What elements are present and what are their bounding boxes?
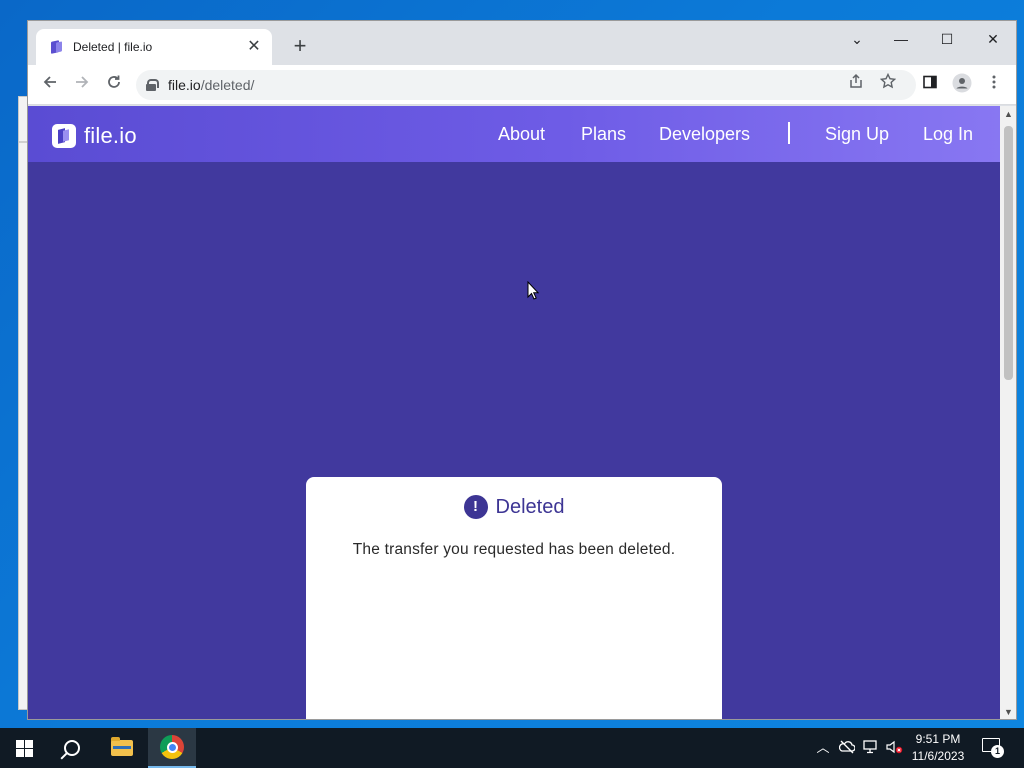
page-scrollbar[interactable]: ▲ ▼ [1000, 106, 1016, 719]
browser-window: Deleted | file.io ✕ + ⌄ — ☐ ✕ file.io/de… [27, 20, 1017, 720]
scroll-thumb[interactable] [1004, 126, 1013, 380]
card-title: Deleted [495, 495, 565, 518]
menu-icon[interactable] [982, 73, 1006, 97]
page-viewport: file.io About Plans Developers Sign Up L… [28, 106, 1000, 719]
lock-icon[interactable] [146, 79, 159, 91]
file-explorer-button[interactable] [98, 728, 146, 768]
profile-icon[interactable] [950, 73, 974, 97]
back-icon[interactable] [38, 73, 62, 97]
taskbar: ︿ 9:51 PM 11/6/2023 1 [0, 728, 1024, 768]
mouse-cursor-icon [527, 281, 539, 300]
url-host: file.io [168, 77, 201, 93]
clock-time: 9:51 PM [915, 732, 961, 746]
chrome-icon [160, 735, 184, 759]
site-header: file.io About Plans Developers Sign Up L… [28, 106, 1000, 162]
nav-about-wrap: About [498, 106, 545, 162]
tab-title: Deleted | file.io [73, 40, 153, 54]
start-button[interactable] [0, 728, 48, 768]
action-center-button[interactable]: 1 [982, 738, 1004, 758]
forward-icon[interactable] [70, 73, 94, 97]
nav-plans-wrap: Plans [581, 106, 626, 162]
nav-divider [788, 122, 790, 144]
url-text[interactable]: file.io/deleted/ [168, 77, 254, 93]
nav-signup-wrap: Sign Up [825, 106, 889, 162]
side-panel-icon[interactable] [918, 73, 942, 97]
onedrive-offline-icon[interactable] [838, 740, 856, 756]
nav-developers[interactable]: Developers [659, 124, 750, 145]
new-tab-button[interactable]: + [288, 35, 312, 59]
tab-search-button[interactable]: ⌄ [840, 27, 874, 51]
windows-start-icon [15, 739, 33, 757]
system-clock[interactable]: 9:51 PM 11/6/2023 [904, 731, 972, 765]
minimize-button[interactable]: — [884, 27, 918, 51]
nav-plans[interactable]: Plans [581, 124, 626, 145]
logo-text: file.io [84, 123, 137, 148]
nav-sign-up[interactable]: Sign Up [825, 124, 889, 145]
nav-log-in[interactable]: Log In [923, 124, 973, 145]
network-icon[interactable] [862, 740, 880, 756]
volume-muted-icon[interactable] [886, 740, 904, 756]
tab-strip: Deleted | file.io ✕ + ⌄ — ☐ ✕ [28, 21, 1016, 65]
deleted-card: ! Deleted The transfer you requested has… [306, 477, 722, 719]
tab-active[interactable]: Deleted | file.io ✕ [36, 29, 272, 65]
address-bar[interactable]: file.io/deleted/ [136, 70, 916, 100]
nav-about[interactable]: About [498, 124, 545, 145]
chrome-taskbar-button[interactable] [148, 728, 196, 768]
scroll-down-icon[interactable]: ▼ [1000, 704, 1016, 719]
card-header: ! Deleted [306, 495, 722, 519]
search-icon [64, 740, 80, 756]
tab-close-icon[interactable]: ✕ [246, 39, 262, 55]
clock-date: 11/6/2023 [911, 749, 965, 763]
notification-count-badge: 1 [991, 745, 1004, 758]
fileio-logo-icon [52, 124, 76, 148]
maximize-button[interactable]: ☐ [930, 27, 964, 51]
site-logo[interactable]: file.io [52, 123, 137, 149]
show-hidden-icons-chevron-icon[interactable]: ︿ [814, 740, 832, 756]
file-explorer-icon [111, 737, 133, 756]
close-window-button[interactable]: ✕ [976, 27, 1010, 51]
browser-toolbar: file.io/deleted/ [28, 65, 1016, 105]
url-path: /deleted/ [200, 77, 255, 93]
card-message: The transfer you requested has been dele… [352, 541, 676, 558]
star-icon[interactable] [876, 72, 900, 97]
scroll-up-icon[interactable]: ▲ [1000, 106, 1016, 123]
nav-developers-wrap: Developers [659, 106, 750, 162]
exclamation-icon: ! [463, 495, 488, 519]
nav-login-wrap: Log In [923, 106, 973, 162]
fileio-favicon-icon [50, 40, 64, 54]
share-icon[interactable] [844, 73, 868, 97]
reload-icon[interactable] [102, 73, 126, 97]
search-button[interactable] [48, 728, 96, 768]
